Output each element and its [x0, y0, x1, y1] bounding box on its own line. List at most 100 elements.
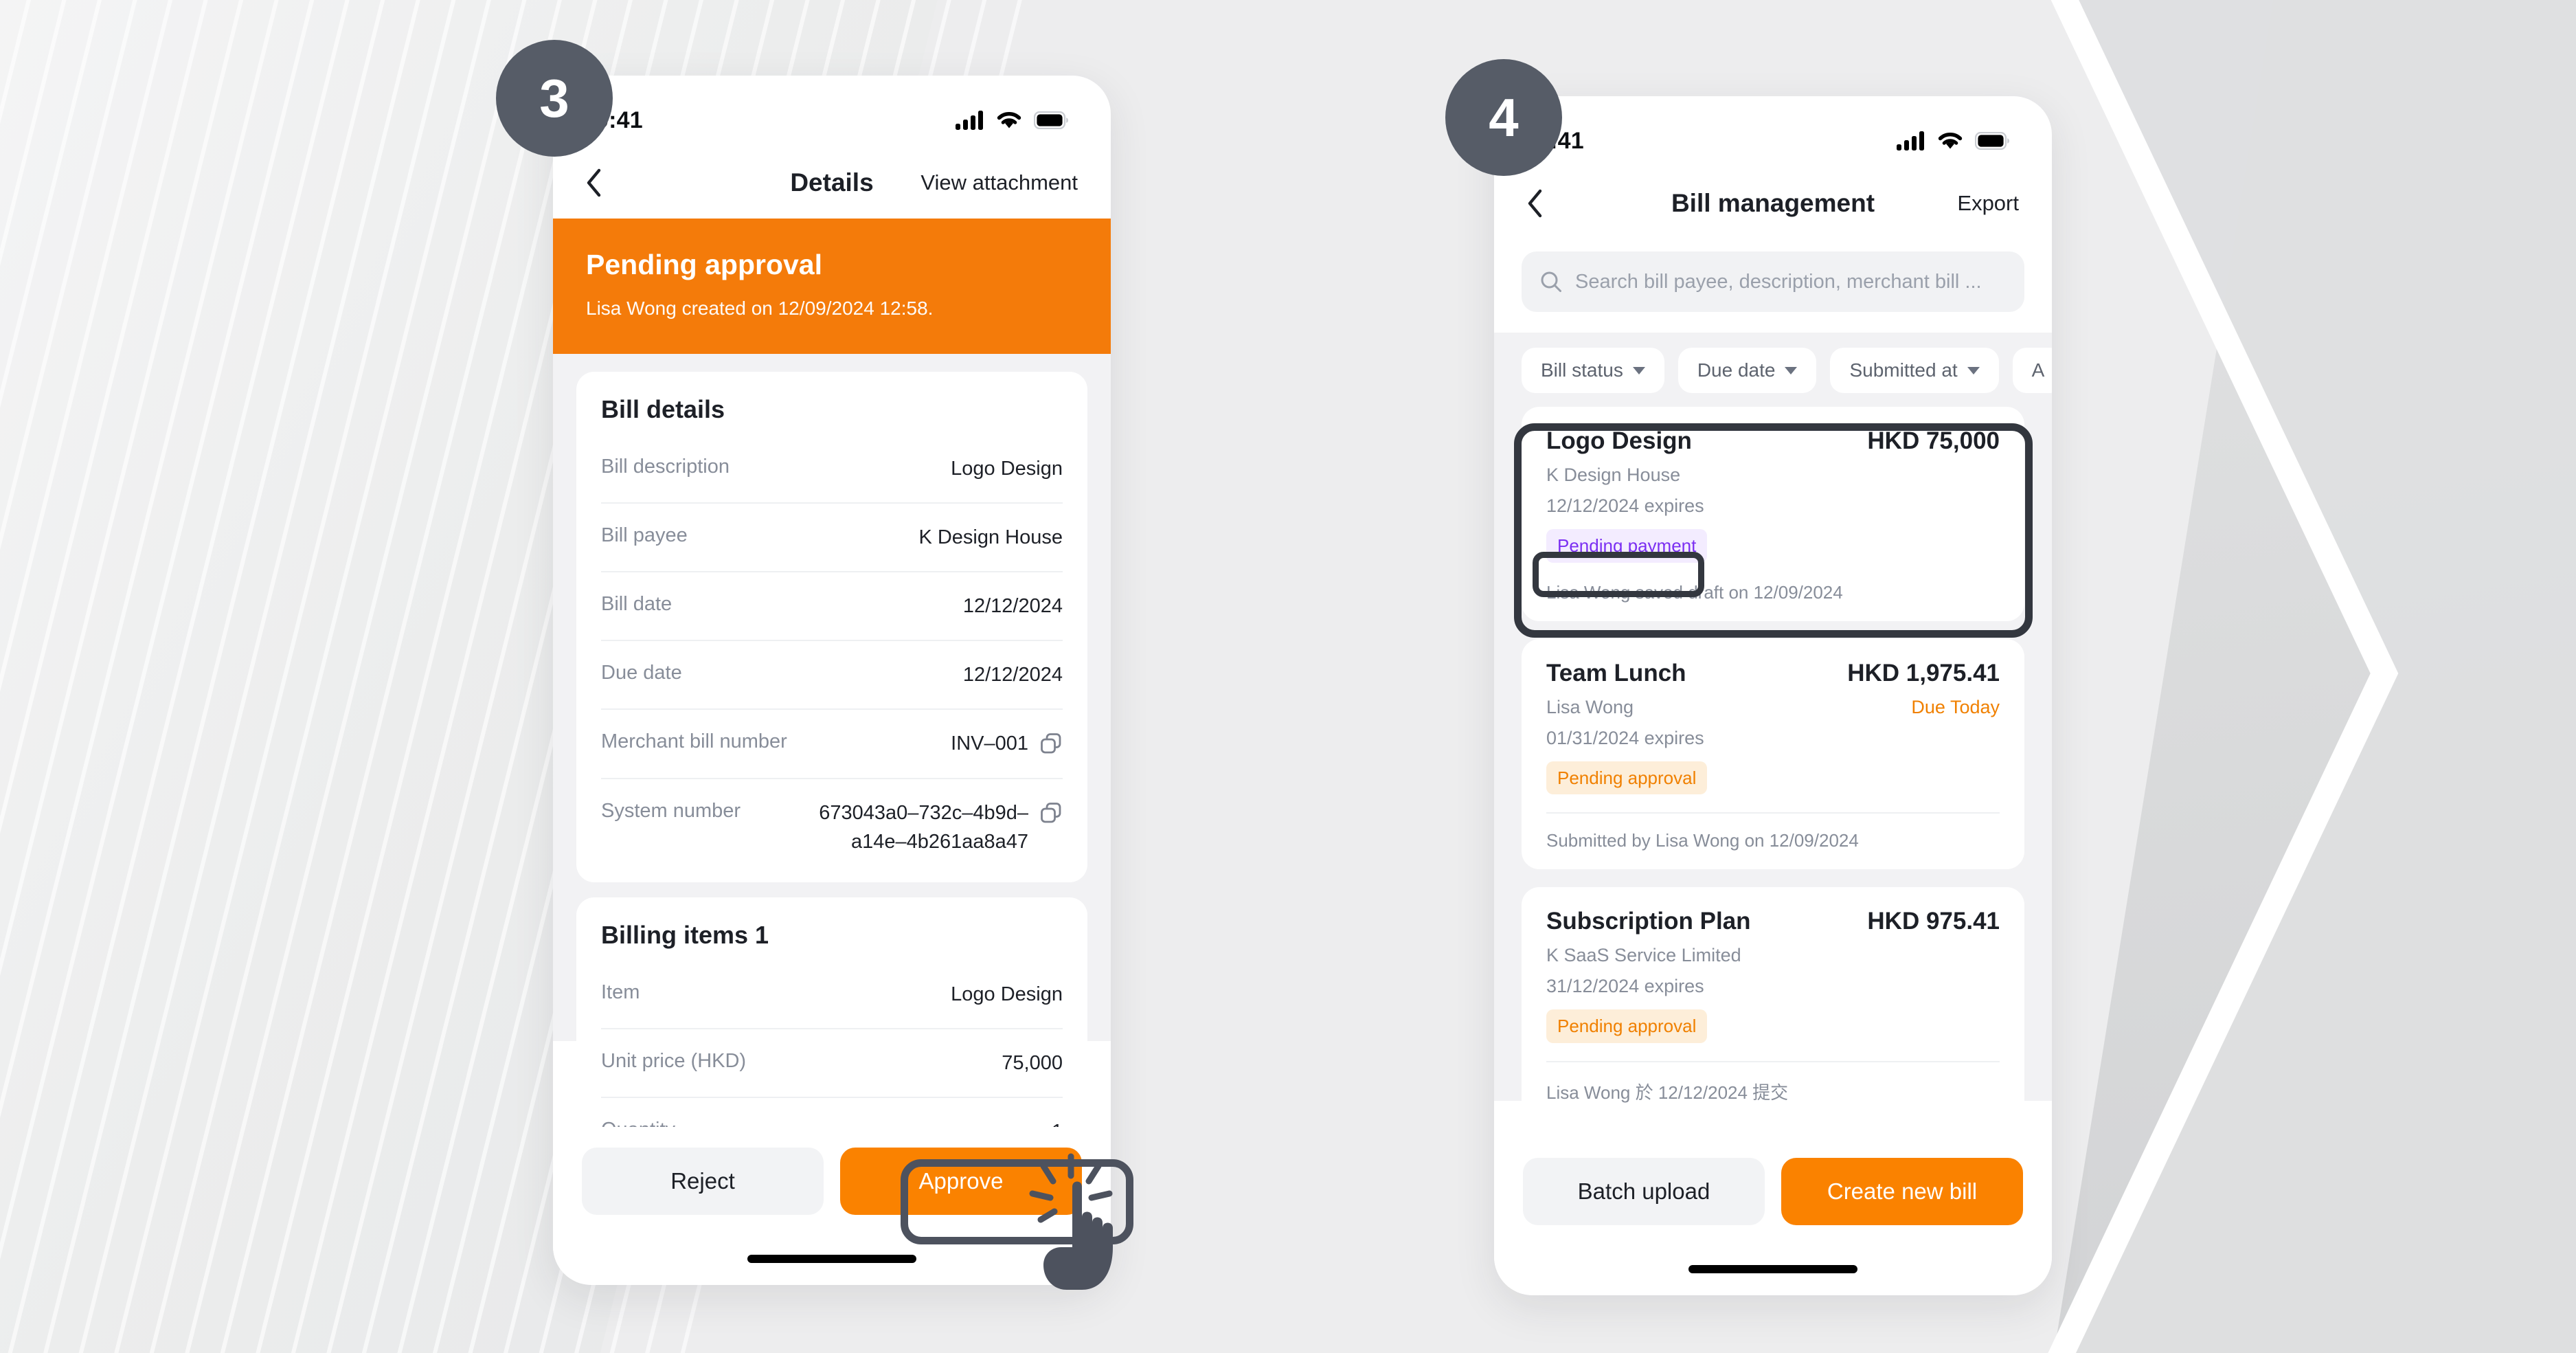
tap-burst-icon [1029, 1153, 1113, 1223]
tap-hand-cursor [1029, 1153, 1113, 1290]
row-value: 75,000 [1002, 1052, 1063, 1075]
copy-icon[interactable] [1039, 732, 1063, 759]
reject-button[interactable]: Reject [582, 1148, 824, 1215]
cellular-signal-icon [956, 111, 983, 130]
status-banner-title: Pending approval [586, 249, 822, 280]
search-section [1494, 239, 2052, 333]
row-label: Bill description [601, 456, 730, 478]
decorative-background [0, 0, 2576, 1353]
bill-name: Subscription Plan [1546, 908, 1751, 935]
status-banner-subtitle: Lisa Wong created on 12/09/2024 12:58. [586, 298, 934, 319]
navigation-bar: Details View attachment [553, 147, 1111, 219]
filter-chip-overflow[interactable]: A [2012, 348, 2052, 393]
home-indicator [747, 1255, 916, 1263]
bill-due-note: Due Today [1911, 696, 2000, 717]
filter-chip-bill-status[interactable]: Bill status [1522, 348, 1664, 393]
row-value: K Design House [918, 526, 1063, 549]
chevron-left-icon [587, 168, 601, 197]
status-badge: Pending payment [1546, 529, 1708, 563]
bill-expiry: 31/12/2024 expires [1546, 976, 1704, 996]
row-value: 673043a0–732c–4b9d–a14e–4b261aa8a47 [819, 802, 1028, 853]
filter-chip-row[interactable]: Bill status Due date Submitted at A [1494, 333, 2052, 407]
filter-chip-label: Due date [1697, 359, 1776, 381]
phone-screen-bill-management: 9:41 Bill management Export Search bill … [1494, 96, 2052, 1295]
list-item[interactable]: Subscription Plan HKD 975.41 K SaaS Serv… [1522, 887, 2024, 1122]
status-banner: Pending approval Lisa Wong created on 12… [553, 219, 1111, 354]
bill-name: Logo Design [1546, 427, 1692, 454]
status-bar: 9:41 [553, 76, 1111, 147]
filter-chip-label: Submitted at [1849, 359, 1958, 381]
bill-footer: Submitted by Lisa Wong on 12/09/2024 [1546, 812, 2000, 851]
details-scroll-area[interactable]: Bill details Bill description Logo Desig… [553, 354, 1111, 1173]
row-label: Item [601, 981, 640, 1004]
row-label: System number [601, 800, 741, 823]
row-value: Logo Design [951, 458, 1063, 480]
back-button[interactable] [586, 168, 623, 197]
bill-footer: Lisa Wong 於 12/12/2024 提交 [1546, 1060, 2000, 1104]
status-bar-icons [956, 111, 1068, 130]
action-bar: Batch upload Create new bill [1494, 1137, 2052, 1295]
bill-details-card: Bill details Bill description Logo Desig… [576, 372, 1087, 883]
row-label: Unit price (HKD) [601, 1050, 747, 1073]
bill-payee: K Design House [1546, 465, 1681, 485]
table-row: Bill description Logo Design [601, 435, 1063, 504]
battery-icon [1975, 132, 2009, 150]
table-row: Unit price (HKD) 75,000 [601, 1029, 1063, 1099]
copy-icon[interactable] [1039, 801, 1063, 828]
step-badge-3: 3 [496, 40, 613, 157]
status-badge: Pending approval [1546, 761, 1708, 794]
bill-details-title: Bill details [601, 395, 725, 423]
wifi-icon [1938, 133, 1963, 149]
chevron-down-icon [1632, 366, 1645, 374]
search-input[interactable] [1575, 270, 2007, 293]
row-value: INV–001 [951, 733, 1028, 755]
phone-screen-details: 9:41 Details View attachment Pending app… [553, 76, 1111, 1285]
row-label: Bill payee [601, 524, 688, 547]
status-badge: Pending approval [1546, 1009, 1708, 1043]
bill-amount: HKD 975.41 [1867, 908, 2000, 935]
cellular-signal-icon [1897, 131, 1924, 150]
export-button[interactable]: Export [1957, 191, 2019, 216]
filter-chip-submitted-at[interactable]: Submitted at [1830, 348, 1999, 393]
view-attachment-button[interactable]: View attachment [920, 170, 1078, 195]
table-row: System number 673043a0–732c–4b9d–a14e–4b… [601, 779, 1063, 875]
table-row: Due date 12/12/2024 [601, 641, 1063, 711]
status-bar: 9:41 [1494, 96, 2052, 168]
bill-footer: Lisa Wong saved draft on 12/09/2024 [1546, 581, 1843, 603]
table-row: Bill date 12/12/2024 [601, 572, 1063, 642]
chevron-down-icon [1967, 366, 1980, 374]
create-new-bill-button[interactable]: Create new bill [1781, 1158, 2023, 1225]
bill-name: Team Lunch [1546, 659, 1686, 686]
batch-upload-button[interactable]: Batch upload [1523, 1158, 1765, 1225]
table-row: Bill payee K Design House [601, 504, 1063, 573]
filter-chip-label: A [2031, 359, 2045, 381]
bill-amount: HKD 75,000 [1867, 427, 2000, 454]
battery-icon [1034, 111, 1068, 129]
row-label: Due date [601, 662, 682, 684]
bill-expiry: 12/12/2024 expires [1546, 495, 1704, 516]
bill-list[interactable]: Logo Design HKD 75,000 K Design House 12… [1494, 407, 2052, 1122]
status-bar-icons [1897, 131, 2009, 150]
search-icon [1541, 271, 1561, 292]
row-value: 12/12/2024 [962, 595, 1063, 618]
bill-payee: Lisa Wong [1546, 696, 1634, 717]
billing-items-title: Billing items 1 [601, 921, 769, 950]
back-button[interactable] [1527, 189, 1564, 218]
row-label: Merchant bill number [601, 730, 787, 753]
row-value: 12/12/2024 [962, 664, 1063, 686]
bill-payee: K SaaS Service Limited [1546, 945, 1741, 965]
table-row: Merchant bill number INV–001 [601, 710, 1063, 780]
row-label: Bill date [601, 593, 673, 616]
chevron-down-icon [1785, 366, 1798, 374]
wifi-icon [997, 112, 1021, 128]
chevron-left-icon [1528, 189, 1542, 218]
bill-expiry: 01/31/2024 expires [1546, 727, 1704, 748]
list-item[interactable]: Team Lunch HKD 1,975.41 Lisa Wong Due To… [1522, 638, 2024, 869]
bill-amount: HKD 1,975.41 [1847, 659, 2000, 686]
step-badge-4: 4 [1445, 59, 1562, 176]
search-box[interactable] [1522, 251, 2024, 312]
navigation-bar: Bill management Export [1494, 168, 2052, 239]
list-item[interactable]: Logo Design HKD 75,000 K Design House 12… [1522, 407, 2024, 621]
home-indicator [1688, 1265, 1857, 1273]
filter-chip-due-date[interactable]: Due date [1677, 348, 1817, 393]
